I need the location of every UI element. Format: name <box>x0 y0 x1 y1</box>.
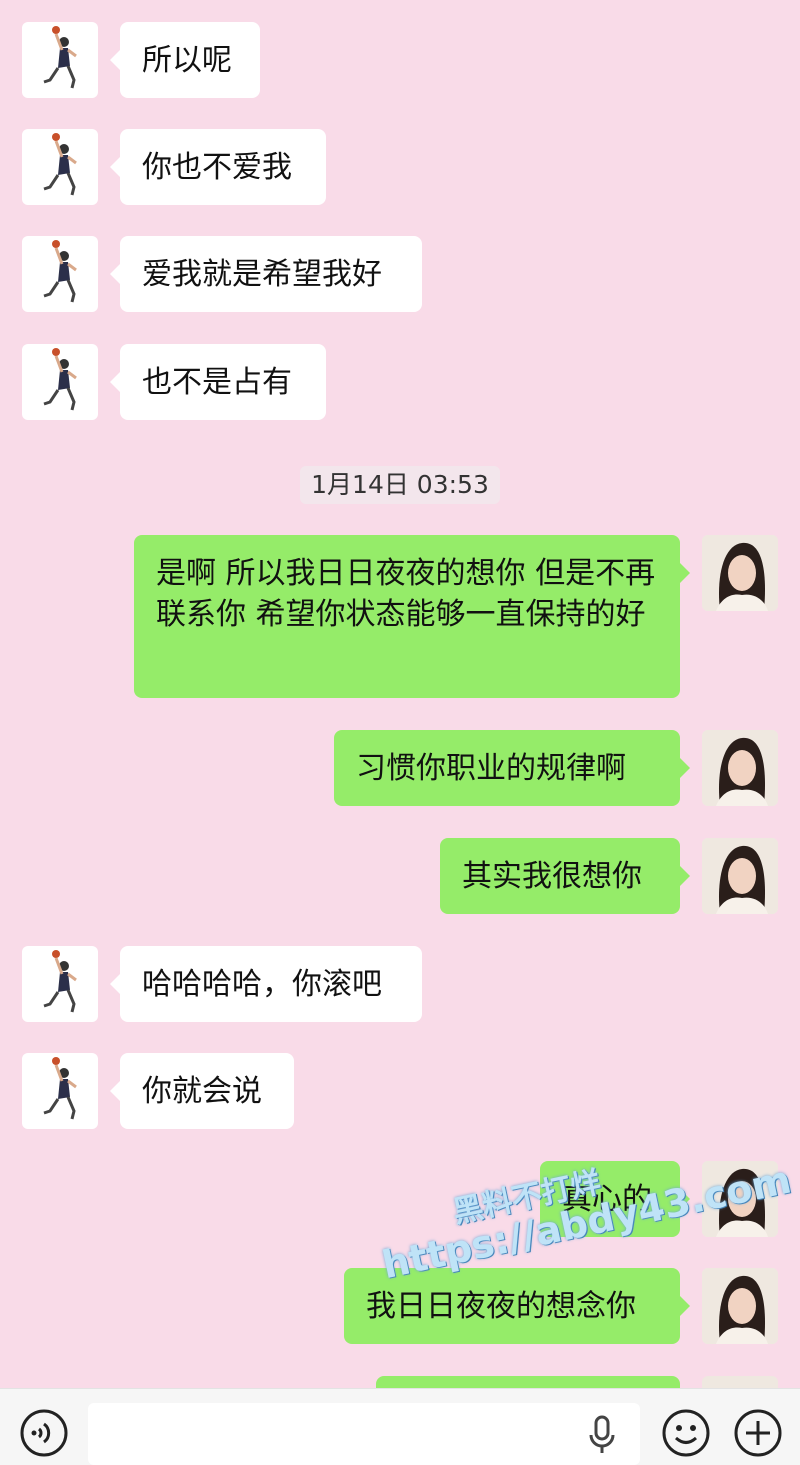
sent-message-bubble[interactable]: 真心的 <box>540 1161 690 1237</box>
contact-avatar[interactable] <box>22 129 98 205</box>
my-avatar[interactable] <box>702 535 778 611</box>
microphone-icon[interactable] <box>588 1415 616 1461</box>
my-avatar[interactable] <box>702 1376 778 1388</box>
received-message-bubble[interactable]: 所以呢 <box>110 22 260 98</box>
input-bar <box>0 1388 800 1465</box>
chat-history[interactable]: 所以呢 你也不爱我 爱我就是希望我好 也不是占有 1月14日 03:53 是啊 … <box>0 0 800 1388</box>
received-message-bubble[interactable]: 爱我就是希望我好 <box>110 236 422 312</box>
contact-avatar[interactable] <box>22 236 98 312</box>
voice-toggle-icon[interactable] <box>18 1407 70 1463</box>
my-avatar[interactable] <box>702 1161 778 1237</box>
my-avatar[interactable] <box>702 1268 778 1344</box>
received-message-bubble[interactable]: 也不是占有 <box>110 344 326 420</box>
my-avatar[interactable] <box>702 838 778 914</box>
contact-avatar[interactable] <box>22 1053 98 1129</box>
contact-avatar[interactable] <box>22 946 98 1022</box>
emoji-icon[interactable] <box>660 1407 712 1463</box>
received-message-bubble[interactable]: 哈哈哈哈，你滚吧 <box>110 946 422 1022</box>
my-avatar[interactable] <box>702 730 778 806</box>
received-message-bubble[interactable]: 你就会说 <box>110 1053 294 1129</box>
received-message-bubble[interactable]: 你也不爱我 <box>110 129 326 205</box>
contact-avatar[interactable] <box>22 344 98 420</box>
sent-message-bubble[interactable]: 习惯你职业的规律啊 <box>334 730 690 806</box>
message-input[interactable] <box>88 1403 640 1465</box>
message-timestamp: 1月14日 03:53 <box>300 466 500 504</box>
sent-message-bubble-partial[interactable] <box>376 1376 680 1388</box>
plus-icon[interactable] <box>732 1407 784 1463</box>
contact-avatar[interactable] <box>22 22 98 98</box>
sent-message-bubble[interactable]: 是啊 所以我日日夜夜的想你 但是不再联系你 希望你状态能够一直保持的好 <box>134 535 690 698</box>
sent-message-bubble[interactable]: 我日日夜夜的想念你 <box>344 1268 690 1344</box>
sent-message-bubble[interactable]: 其实我很想你 <box>440 838 690 914</box>
